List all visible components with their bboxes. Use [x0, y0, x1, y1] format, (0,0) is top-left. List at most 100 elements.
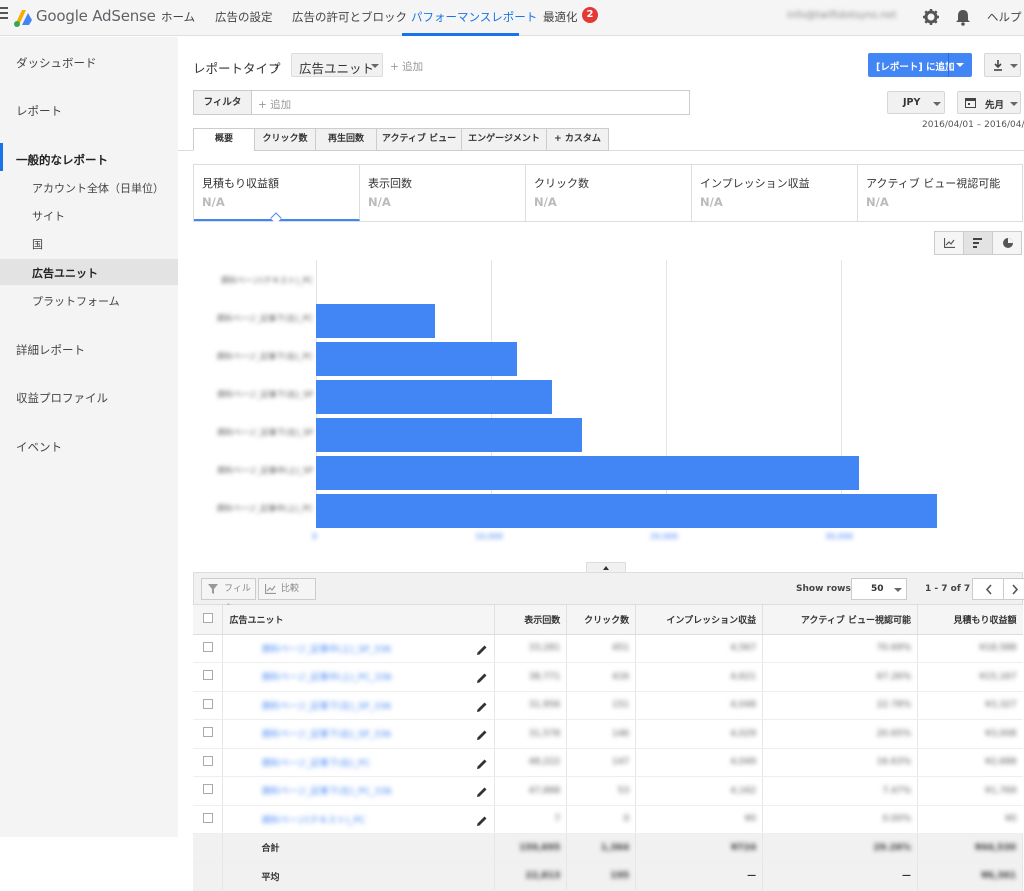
pencil-icon[interactable] [476, 758, 488, 770]
col-estimated-earnings[interactable]: 見積もり収益額 [917, 605, 1023, 635]
next-page-button[interactable] [1003, 578, 1024, 600]
ad-unit-link[interactable]: 資料ページ_記事下(右)_PC [261, 759, 370, 769]
tab-overview[interactable]: 概要 [193, 128, 255, 151]
ad-unit-link[interactable]: 資料ページ_記事下(右)_SP_336 [261, 730, 391, 740]
ad-unit-link[interactable]: 資料ページ_記事中(上)_PC_336 [261, 673, 391, 683]
bell-icon[interactable] [954, 8, 972, 26]
earnings-cell: ¥1,769 [917, 776, 1023, 806]
row-checkbox[interactable] [202, 812, 213, 823]
select-all-checkbox[interactable] [202, 612, 213, 623]
row-checkbox[interactable] [202, 727, 213, 738]
adsense-logo [14, 10, 32, 27]
cell-value: 70.69% [876, 643, 912, 654]
compare-button[interactable]: 比較 [258, 578, 316, 600]
date-period-dropdown[interactable]: 先月 [957, 91, 1021, 114]
sidebar-item-reports[interactable]: レポート [16, 103, 62, 119]
sidebar-item-countries[interactable]: 国 [32, 236, 43, 252]
col-clicks[interactable]: クリック数 [566, 605, 637, 635]
col-impression-rpm[interactable]: インプレッション収益 [635, 605, 764, 635]
ad-unit-link[interactable]: 資料ページ_記事下(左)_PC_336 [261, 787, 391, 797]
add-dimension-link[interactable]: + 追加 [390, 59, 423, 74]
row-checkbox[interactable] [202, 784, 213, 795]
currency-dropdown[interactable]: JPY [887, 91, 945, 114]
tab-custom[interactable]: + カスタム [546, 128, 609, 151]
sidebar-item-events[interactable]: イベント [16, 439, 62, 455]
nav-ad-settings[interactable]: 広告の設定 [215, 9, 273, 25]
col-ad-unit[interactable]: 広告ユニット [222, 605, 496, 635]
chart-bar[interactable] [316, 494, 938, 528]
row-checkbox[interactable] [202, 641, 213, 652]
chevron-left-icon [985, 584, 992, 595]
sidebar-item-dashboard[interactable]: ダッシュボード [16, 55, 97, 71]
report-type-dropdown[interactable]: 広告ユニット [291, 53, 383, 77]
tab-views[interactable]: 再生回数 [315, 128, 377, 151]
pencil-icon[interactable] [476, 701, 488, 713]
menu-icon[interactable] [0, 7, 8, 21]
account-email[interactable]: info@twiftdotsyns.net [787, 10, 897, 21]
chevron-down-icon [1010, 102, 1018, 106]
tab-clicks[interactable]: クリック数 [254, 128, 316, 151]
pencil-icon[interactable] [476, 815, 488, 827]
cell-value: ¥724 [731, 842, 757, 853]
pencil-icon[interactable] [476, 644, 488, 656]
pie-chart-button[interactable] [993, 232, 1022, 254]
chart-bar[interactable] [316, 380, 553, 414]
pencil-icon[interactable] [476, 729, 488, 741]
chart-bar[interactable] [316, 342, 518, 376]
metric-active-view-viewable[interactable]: アクティブ ビュー視認可能 N/A [858, 165, 1024, 221]
metric-estimated-earnings[interactable]: 見積もり収益額 N/A [194, 165, 360, 224]
tab-engagement[interactable]: エンゲージメント [461, 128, 547, 151]
col-active-view-viewable[interactable]: アクティブ ビュー視認可能 [762, 605, 919, 635]
chevron-down-icon[interactable] [956, 63, 964, 67]
chart-bar[interactable] [316, 418, 582, 452]
sidebar-item-general-reports[interactable]: 一般的なレポート [16, 152, 108, 168]
add-to-report-button[interactable]: [レポート] に追加 [868, 53, 972, 77]
ad-unit-link[interactable]: 資料ページ_記事中(上)_SP_336 [261, 645, 391, 655]
filter-add-link[interactable]: + 追加 [258, 97, 291, 112]
clicks-cell: 451 [566, 634, 637, 663]
pencil-icon[interactable] [476, 786, 488, 798]
summary-cell: 1,364 [566, 833, 637, 863]
chart-bar[interactable] [316, 456, 859, 490]
chevron-down-icon [894, 588, 902, 592]
sidebar-item-ad-units[interactable]: 広告ユニット [32, 265, 98, 281]
chart-bar[interactable] [316, 304, 435, 338]
sidebar-item-sites[interactable]: サイト [32, 208, 65, 224]
prev-page-button[interactable] [972, 578, 1004, 600]
rows-per-page-select[interactable]: 50 [851, 578, 907, 600]
row-checkbox[interactable] [202, 670, 213, 681]
metric-impression-rpm[interactable]: インプレッション収益 N/A [692, 165, 858, 221]
col-impressions[interactable]: 表示回数 [494, 605, 568, 635]
sidebar-item-platforms[interactable]: プラットフォーム [32, 293, 120, 309]
ad-unit-link[interactable]: 資料ページ(テキスト)_PC [261, 816, 365, 826]
bar-chart-button[interactable] [964, 232, 993, 254]
table-filter-button[interactable]: フィルタ [201, 578, 256, 614]
sidebar-item-account-daily[interactable]: アカウント全体（日単位） [32, 180, 164, 196]
filter-label[interactable]: フィルタ [194, 91, 252, 114]
cell-value: 22.78% [876, 700, 912, 711]
pencil-icon[interactable] [476, 672, 488, 684]
download-button[interactable] [984, 53, 1021, 77]
sidebar-item-revenue-profiles[interactable]: 収益プロファイル [16, 390, 108, 406]
row-checkbox[interactable] [202, 698, 213, 709]
cell-value: 67.26% [876, 671, 912, 682]
nav-home[interactable]: ホーム [161, 9, 195, 25]
tab-active-view[interactable]: アクティブ ビュー [376, 128, 462, 151]
metric-clicks[interactable]: クリック数 N/A [526, 165, 692, 221]
row-checkbox[interactable] [202, 755, 213, 766]
collapse-chart-button[interactable] [586, 562, 626, 572]
line-chart-button[interactable] [935, 232, 964, 254]
nav-allow-block[interactable]: 広告の許可とブロック [292, 9, 407, 25]
earnings-cell: ¥3,008 [917, 719, 1023, 749]
clicks-cell: 151 [566, 691, 637, 720]
sidebar-item-advanced-reports[interactable]: 詳細レポート [16, 342, 85, 358]
help-link[interactable]: ヘルプ [987, 9, 1022, 25]
filter-bar[interactable]: フィルタ + 追加 [193, 90, 690, 115]
metric-impressions[interactable]: 表示回数 N/A [360, 165, 526, 221]
nav-optimize[interactable]: 最適化 [543, 9, 578, 25]
cell-value: 4,048 [730, 700, 757, 711]
row-select-cell [193, 776, 224, 806]
ad-unit-link[interactable]: 資料ページ_記事下(左)_SP_336 [261, 702, 391, 712]
nav-performance-reports[interactable]: パフォーマンスレポート [411, 9, 537, 25]
gear-icon[interactable] [922, 8, 940, 26]
